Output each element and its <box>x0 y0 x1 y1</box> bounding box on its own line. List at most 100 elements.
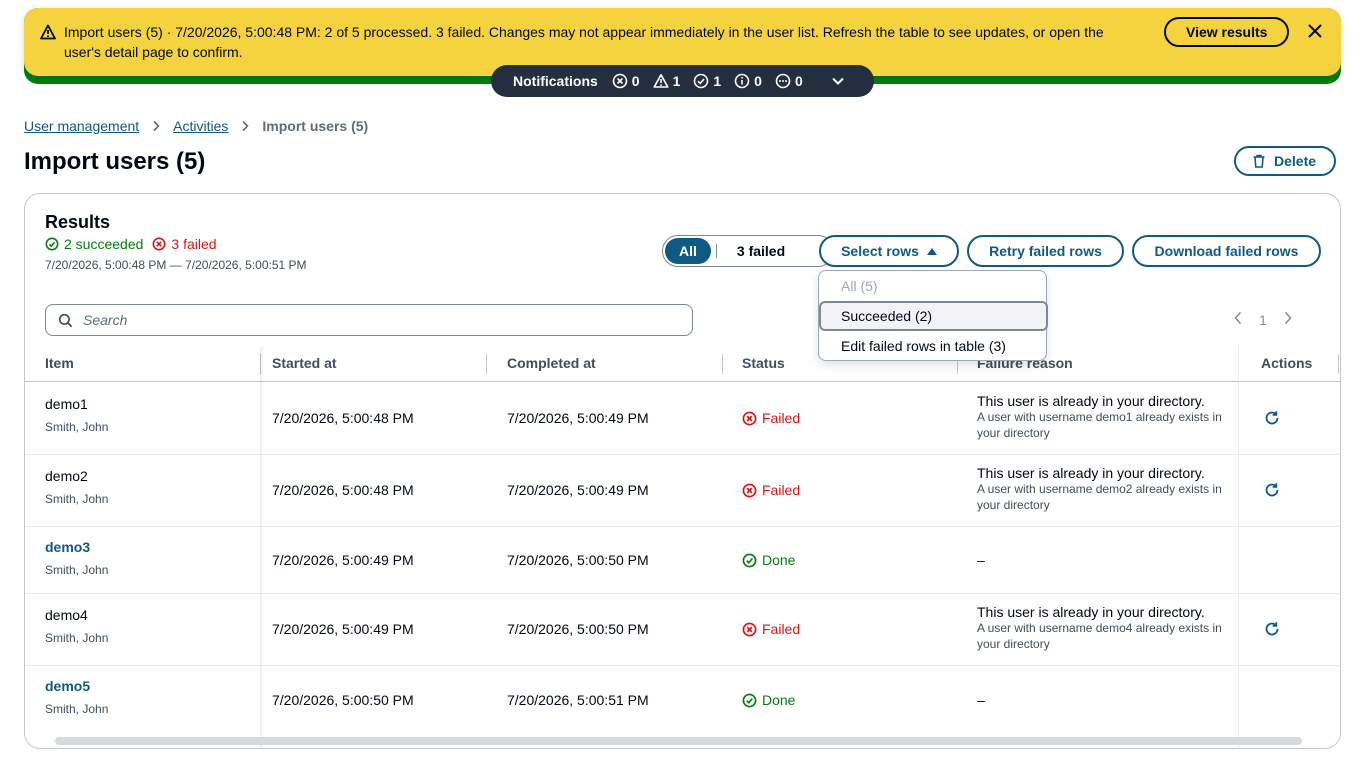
results-title: Results <box>45 212 111 232</box>
segment-divider <box>715 244 717 258</box>
item-owner: Smith, John <box>45 420 109 434</box>
retry-icon[interactable] <box>1264 410 1280 429</box>
flash-message: Import users (5) · 7/20/2026, 5:00:48 PM… <box>64 24 1104 60</box>
column-divider <box>1338 354 1339 374</box>
success-count: 1 <box>693 73 721 89</box>
error-icon <box>612 73 628 89</box>
failure-reason-title: This user is already in your directory. <box>977 604 1205 620</box>
sticky-column-shadow <box>260 346 264 748</box>
chevron-right-icon <box>240 120 250 132</box>
column-divider[interactable] <box>486 354 487 374</box>
time-range: 7/20/2026, 5:00:48 PM — 7/20/2026, 5:00:… <box>45 258 307 272</box>
started-at: 7/20/2026, 5:00:48 PM <box>272 482 414 498</box>
completed-at: 7/20/2026, 5:00:49 PM <box>507 410 649 426</box>
item-link[interactable]: demo3 <box>45 539 108 555</box>
results-summary: 2 succeeded 3 failed <box>45 236 217 252</box>
succeeded-summary: 2 succeeded <box>45 236 143 252</box>
retry-icon[interactable] <box>1264 482 1280 501</box>
column-header-started[interactable]: Started at <box>272 355 337 371</box>
breadcrumb-activities[interactable]: Activities <box>173 118 228 134</box>
table-row: demo5 Smith, John 7/20/2026, 5:00:50 PM … <box>25 666 1340 733</box>
segment-failed[interactable]: 3 failed <box>723 238 799 264</box>
completed-at: 7/20/2026, 5:00:49 PM <box>507 482 649 498</box>
pagination: 1 <box>1233 311 1293 328</box>
search-input[interactable] <box>83 312 663 328</box>
success-icon <box>694 73 709 89</box>
column-divider[interactable] <box>722 354 723 374</box>
error-count: 0 <box>612 73 640 89</box>
dropdown-item-all: All (5) <box>841 278 878 294</box>
dropdown-item-edit-failed[interactable]: Edit failed rows in table (3) <box>819 331 1048 361</box>
failed-summary: 3 failed <box>152 236 217 252</box>
completed-at: 7/20/2026, 5:00:50 PM <box>507 621 649 637</box>
item-name: demo2 <box>45 468 88 484</box>
warning-icon <box>652 74 669 88</box>
table-row: demo3 Smith, John 7/20/2026, 5:00:49 PM … <box>25 527 1340 594</box>
retry-icon[interactable] <box>1264 621 1280 640</box>
column-header-actions[interactable]: Actions <box>1261 355 1312 371</box>
failure-reason-detail: A user with username demo4 already exist… <box>977 621 1222 651</box>
status-badge: Failed <box>742 482 800 498</box>
item-owner: Smith, John <box>45 563 109 577</box>
view-results-button[interactable]: View results <box>1164 17 1290 47</box>
table-row: demo4 Smith, John 7/20/2026, 5:00:49 PM … <box>25 594 1340 666</box>
failure-reason-detail: A user with username demo2 already exist… <box>977 482 1222 512</box>
download-failed-rows-button[interactable]: Download failed rows <box>1132 235 1321 267</box>
status-badge: Done <box>742 692 795 708</box>
chevron-right-icon <box>151 120 161 132</box>
warning-count: 1 <box>652 73 680 89</box>
search-icon <box>58 313 73 327</box>
select-rows-button[interactable]: Select rows <box>819 235 959 267</box>
retry-failed-rows-button[interactable]: Retry failed rows <box>967 235 1124 267</box>
error-icon <box>742 622 757 636</box>
page-number[interactable]: 1 <box>1259 312 1267 328</box>
failure-reason-title: This user is already in your directory. <box>977 465 1205 481</box>
dropdown-item-succeeded[interactable]: Succeeded (2) <box>819 301 1048 331</box>
close-icon[interactable] <box>1307 23 1323 39</box>
table-header: Item Started at Completed at Status Fail… <box>25 346 1340 382</box>
column-header-status[interactable]: Status <box>742 355 785 371</box>
started-at: 7/20/2026, 5:00:49 PM <box>272 552 414 568</box>
error-icon <box>152 237 166 251</box>
table-row: demo1 Smith, John 7/20/2026, 5:00:48 PM … <box>25 383 1340 455</box>
item-owner: Smith, John <box>45 631 109 645</box>
chevron-left-icon[interactable] <box>1233 311 1243 328</box>
error-icon <box>742 411 757 425</box>
item-owner: Smith, John <box>45 702 109 716</box>
chevron-right-icon[interactable] <box>1283 311 1293 328</box>
chevron-down-icon[interactable] <box>831 74 845 91</box>
table-row: demo2 Smith, John 7/20/2026, 5:00:48 PM … <box>25 455 1340 527</box>
item-owner: Smith, John <box>45 492 109 506</box>
info-count: 0 <box>734 73 762 89</box>
failure-reason-title: – <box>977 692 985 708</box>
segment-all[interactable]: All <box>665 238 711 264</box>
breadcrumb-user-management[interactable]: User management <box>24 118 139 134</box>
success-icon <box>742 693 757 707</box>
notifications-label: Notifications <box>513 73 598 89</box>
filter-segmented-control: All 3 failed <box>662 235 834 267</box>
failure-reason-title: – <box>977 552 985 568</box>
sticky-column-border <box>1238 346 1239 748</box>
select-rows-dropdown: All (5) Succeeded (2) Edit failed rows i… <box>818 270 1048 361</box>
item-name: demo4 <box>45 607 88 623</box>
info-icon <box>734 73 750 89</box>
started-at: 7/20/2026, 5:00:50 PM <box>272 692 414 708</box>
caret-up-icon <box>926 248 937 255</box>
column-header-completed[interactable]: Completed at <box>507 355 596 371</box>
status-badge: Failed <box>742 621 800 637</box>
failure-reason-detail: A user with username demo1 already exist… <box>977 410 1222 440</box>
status-badge: Failed <box>742 410 800 426</box>
horizontal-scrollbar[interactable] <box>55 737 1302 745</box>
started-at: 7/20/2026, 5:00:48 PM <box>272 410 414 426</box>
status-badge: Done <box>742 552 795 568</box>
notifications-bar[interactable]: Notifications 0 1 1 0 0 <box>491 65 874 97</box>
started-at: 7/20/2026, 5:00:49 PM <box>272 621 414 637</box>
success-icon <box>742 553 757 567</box>
breadcrumb: User management Activities Import users … <box>24 118 368 134</box>
error-icon <box>742 483 757 497</box>
item-link[interactable]: demo5 <box>45 678 108 694</box>
warning-icon <box>40 24 56 40</box>
delete-button[interactable]: Delete <box>1234 146 1337 176</box>
column-header-item[interactable]: Item <box>45 355 74 371</box>
results-container: Results 2 succeeded 3 failed 7/20/2026, … <box>24 193 1341 749</box>
